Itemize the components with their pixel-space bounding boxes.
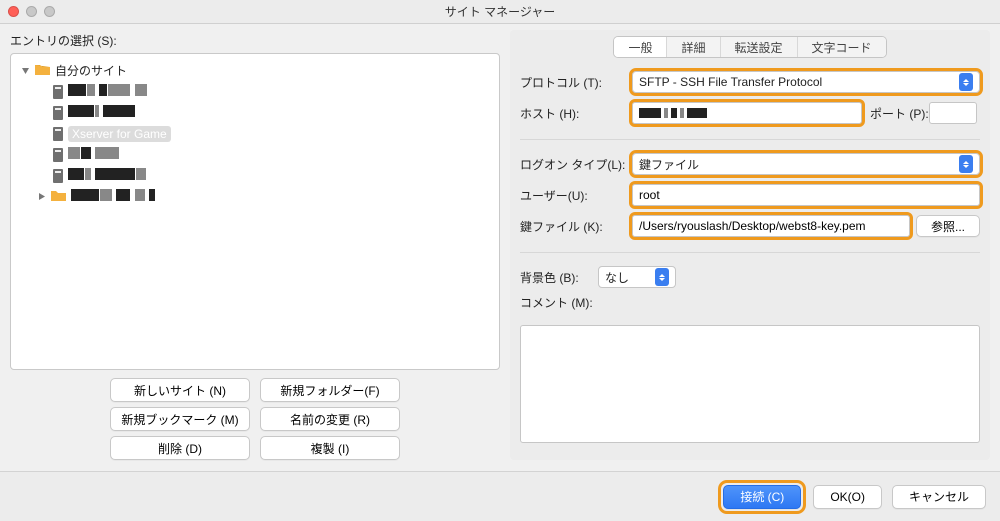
- browse-button[interactable]: 参照...: [916, 215, 980, 237]
- host-row: ホスト (H): ポート (P):: [520, 99, 980, 127]
- protocol-row: プロトコル (T): SFTP - SSH File Transfer Prot…: [520, 68, 980, 96]
- separator: [520, 252, 980, 253]
- tab-transfer[interactable]: 転送設定: [721, 37, 798, 57]
- window-title: サイト マネージャー: [0, 3, 1000, 20]
- tree-item[interactable]: [15, 144, 495, 165]
- tree-root-row[interactable]: 自分のサイト: [15, 60, 495, 81]
- protocol-value: SFTP - SSH File Transfer Protocol: [639, 75, 822, 89]
- general-form: プロトコル (T): SFTP - SSH File Transfer Prot…: [520, 68, 980, 446]
- main-area: エントリの選択 (S): 自分のサイト: [0, 24, 1000, 460]
- bgcolor-label: 背景色 (B):: [520, 269, 598, 286]
- new-folder-button[interactable]: 新規フォルダー(F): [260, 378, 400, 402]
- tree-item[interactable]: [15, 81, 495, 102]
- settings-tabs: 一般 詳細 転送設定 文字コード: [613, 36, 886, 58]
- connect-button[interactable]: 接続 (C): [723, 485, 801, 509]
- ok-button[interactable]: OK(O): [813, 485, 882, 509]
- tree-root-label: 自分のサイト: [55, 62, 127, 79]
- tree-item-label: [68, 168, 147, 183]
- logon-type-value: 鍵ファイル: [639, 156, 699, 173]
- logon-type-label: ログオン タイプ(L):: [520, 156, 632, 173]
- tree-item[interactable]: [15, 102, 495, 123]
- site-action-buttons: 新しいサイト (N) 新規フォルダー(F) 新規ブックマーク (M) 名前の変更…: [10, 378, 500, 460]
- server-icon: [53, 169, 63, 183]
- logon-row: ログオン タイプ(L): 鍵ファイル: [520, 150, 980, 178]
- user-row: ユーザー(U):: [520, 181, 980, 209]
- connect-highlight: 接続 (C): [721, 483, 803, 511]
- tree-item-label: Xserver for Game: [68, 126, 171, 142]
- titlebar: サイト マネージャー: [0, 0, 1000, 24]
- select-arrows-icon: [655, 268, 669, 286]
- new-bookmark-button[interactable]: 新規ブックマーク (M): [110, 407, 250, 431]
- tree-item-label: [68, 147, 120, 162]
- right-pane: 一般 詳細 転送設定 文字コード プロトコル (T): SFTP - SSH F…: [510, 30, 990, 460]
- chevron-down-icon[interactable]: [21, 66, 30, 75]
- cancel-button[interactable]: キャンセル: [892, 485, 986, 509]
- server-icon: [53, 148, 63, 162]
- comment-textarea[interactable]: [520, 325, 980, 443]
- comment-row: コメント (M):: [520, 294, 980, 322]
- keyfile-label: 鍵ファイル (K):: [520, 218, 632, 235]
- delete-button[interactable]: 削除 (D): [110, 436, 250, 460]
- new-site-button[interactable]: 新しいサイト (N): [110, 378, 250, 402]
- tab-advanced[interactable]: 詳細: [667, 37, 720, 57]
- select-arrows-icon: [959, 155, 973, 173]
- dialog-footer: 接続 (C) OK(O) キャンセル: [0, 471, 1000, 521]
- port-label: ポート (P):: [870, 105, 929, 122]
- tab-general[interactable]: 一般: [614, 37, 667, 57]
- server-icon: [53, 85, 63, 99]
- user-label: ユーザー(U):: [520, 187, 632, 204]
- bgcolor-row: 背景色 (B): なし: [520, 263, 980, 291]
- user-input[interactable]: [632, 184, 980, 206]
- keyfile-input[interactable]: [632, 215, 910, 237]
- tree-item[interactable]: [15, 165, 495, 186]
- site-tree[interactable]: 自分のサイト Xserver for Game: [10, 53, 500, 370]
- host-label: ホスト (H):: [520, 105, 632, 122]
- separator: [520, 139, 980, 140]
- logon-type-select[interactable]: 鍵ファイル: [632, 153, 980, 175]
- tree-item-selected[interactable]: Xserver for Game: [15, 123, 495, 144]
- host-input[interactable]: [632, 102, 862, 124]
- duplicate-button[interactable]: 複製 (I): [260, 436, 400, 460]
- server-icon: [53, 127, 63, 141]
- keyfile-row: 鍵ファイル (K): 参照...: [520, 212, 980, 240]
- tree-item-label: [68, 84, 148, 99]
- bgcolor-select[interactable]: なし: [598, 266, 676, 288]
- server-icon: [53, 106, 63, 120]
- chevron-right-icon[interactable]: [37, 192, 46, 201]
- entry-select-label: エントリの選択 (S):: [10, 32, 500, 49]
- comment-label: コメント (M):: [520, 294, 980, 311]
- protocol-label: プロトコル (T):: [520, 74, 632, 91]
- select-arrows-icon: [959, 73, 973, 91]
- rename-button[interactable]: 名前の変更 (R): [260, 407, 400, 431]
- protocol-select[interactable]: SFTP - SSH File Transfer Protocol: [632, 71, 980, 93]
- bgcolor-value: なし: [605, 269, 629, 286]
- tree-item-label: [71, 189, 156, 204]
- folder-icon: [51, 189, 66, 204]
- folder-icon: [35, 63, 50, 78]
- tab-charset[interactable]: 文字コード: [798, 37, 886, 57]
- left-pane: エントリの選択 (S): 自分のサイト: [10, 30, 500, 460]
- port-input[interactable]: [929, 102, 977, 124]
- tree-item-label: [68, 105, 136, 120]
- tree-folder-row[interactable]: [15, 186, 495, 207]
